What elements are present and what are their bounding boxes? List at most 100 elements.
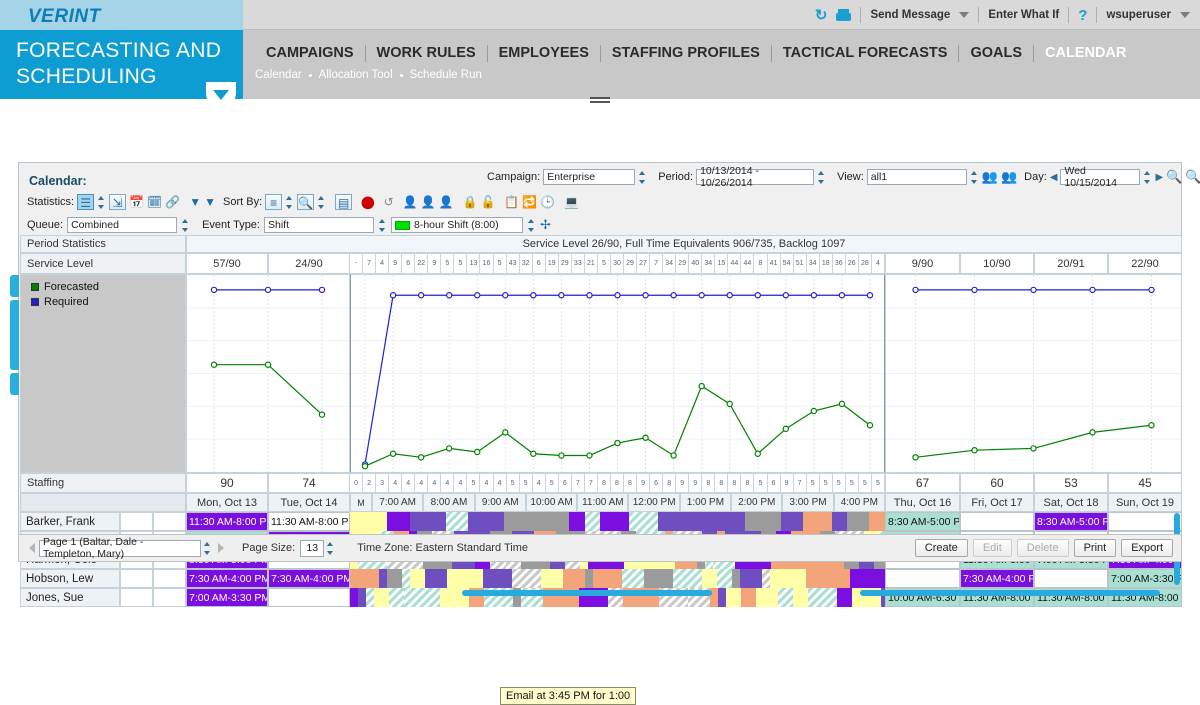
activity-block[interactable] (379, 569, 387, 588)
nav-item-work-rules[interactable]: WORK RULES (366, 45, 487, 61)
sort-icon[interactable]: ≡ (265, 194, 282, 210)
activity-block[interactable] (366, 588, 374, 607)
activity-block[interactable] (600, 512, 629, 531)
side-tab-3[interactable] (10, 373, 19, 395)
activity-block[interactable] (702, 569, 717, 588)
zoom-in-icon[interactable]: 🔍 (1166, 169, 1182, 185)
activity-block[interactable] (585, 569, 593, 588)
search-spinner[interactable] (317, 195, 326, 210)
side-tab-2[interactable] (10, 300, 19, 370)
add-activity-icon[interactable]: ✢ (540, 217, 551, 233)
day-field[interactable]: Wed 10/15/2014 (1060, 169, 1140, 185)
brand-expander[interactable] (206, 86, 236, 108)
send-message-button[interactable]: Send Message (870, 9, 950, 21)
schedule-stats-icon[interactable]: 🗓 (147, 194, 162, 210)
employee-name[interactable]: Jones, Sue (20, 588, 120, 607)
chevron-down-icon[interactable] (959, 12, 969, 18)
activity-block[interactable] (718, 588, 726, 607)
activity-block[interactable] (869, 512, 885, 531)
statistics-grid-icon[interactable]: ☰ (77, 194, 94, 210)
nav-item-tactical-forecasts[interactable]: TACTICAL FORECASTS (772, 45, 959, 61)
activity-block[interactable] (723, 512, 745, 531)
activity-block[interactable] (781, 512, 803, 531)
create-button[interactable]: Create (915, 539, 968, 557)
nav-item-employees[interactable]: EMPLOYEES (488, 45, 600, 61)
campaign-select[interactable]: Enterprise (543, 169, 635, 185)
day-header-oct18[interactable]: Sat, Oct 18 (1034, 493, 1108, 512)
activity-block[interactable] (808, 588, 837, 607)
activity-block[interactable] (793, 588, 808, 607)
activity-block[interactable] (644, 569, 673, 588)
device-icon[interactable]: 💻 (564, 194, 579, 210)
shift-block[interactable]: 8:30 AM-5:00 PM (1034, 512, 1108, 531)
day-header-oct16[interactable]: Thu, Oct 16 (885, 493, 960, 512)
activity-block[interactable] (389, 588, 404, 607)
agent-remove-icon[interactable]: 👤 (421, 194, 436, 210)
activity-block[interactable] (585, 512, 600, 531)
filter-icon[interactable]: ▼ (189, 194, 201, 210)
day-header-oct14[interactable]: Tue, Oct 14 (268, 493, 350, 512)
shift-block[interactable]: 7:00 AM-3:30 PM (1108, 569, 1182, 588)
unlock-icon[interactable]: 🔓 (480, 194, 495, 210)
activity-block[interactable] (577, 512, 585, 531)
activity-block[interactable] (832, 512, 847, 531)
activity-block[interactable] (847, 512, 869, 531)
sub-nav-schedule-run[interactable]: Schedule Run (410, 69, 482, 81)
grid-view-icon[interactable]: ▤ (335, 194, 352, 210)
activity-block[interactable] (770, 569, 806, 588)
print-icon[interactable] (836, 9, 851, 21)
activity-block[interactable] (504, 512, 540, 531)
activity-block[interactable] (446, 512, 468, 531)
activity-block[interactable] (694, 512, 723, 531)
activity-block[interactable] (732, 569, 740, 588)
activity-block[interactable] (658, 512, 694, 531)
shift-select[interactable]: 8-hour Shift (8:00) (391, 217, 523, 233)
day-header-oct17[interactable]: Fri, Oct 17 (960, 493, 1034, 512)
queue-spinner[interactable] (181, 218, 190, 233)
activity-block[interactable] (837, 588, 852, 607)
activity-block[interactable] (745, 512, 781, 531)
search-map-icon[interactable]: 🔍 (297, 194, 314, 210)
day-header-oct13[interactable]: Mon, Oct 13 (186, 493, 268, 512)
shift-block[interactable]: 7:30 AM-4:00 PM (186, 569, 268, 588)
shift-block[interactable]: 8:30 AM-5:00 PM (885, 512, 960, 531)
activity-block[interactable] (593, 569, 622, 588)
day-spinner[interactable] (1143, 170, 1152, 185)
activity-block[interactable] (387, 569, 402, 588)
activity-block[interactable] (540, 512, 569, 531)
agent-unassign-icon[interactable]: 👥 (982, 169, 998, 185)
side-tab-1[interactable] (10, 275, 19, 297)
nav-item-staffing-profiles[interactable]: STAFFING PROFILES (601, 45, 771, 61)
sort-spinner[interactable] (285, 195, 294, 210)
copy-up-icon[interactable]: 📋 (504, 194, 519, 210)
event-type-spinner[interactable] (378, 218, 387, 233)
day-header-oct19[interactable]: Sun, Oct 19 (1108, 493, 1182, 512)
swap-icon[interactable]: 🔁 (522, 194, 537, 210)
activity-block[interactable] (756, 588, 778, 607)
page-spinner[interactable] (203, 541, 212, 556)
activity-block[interactable] (512, 569, 541, 588)
activity-block[interactable] (806, 569, 842, 588)
activity-block[interactable] (358, 588, 366, 607)
calendar-stats-icon[interactable]: 📅 (129, 194, 144, 210)
people-filter-icon[interactable]: ▼ (204, 194, 216, 210)
view-spinner[interactable] (970, 170, 979, 185)
alert-icon[interactable]: ⬤ (361, 195, 374, 209)
shift-block[interactable]: 7:30 AM-4:00 PM (960, 569, 1034, 588)
shift-block[interactable] (885, 569, 960, 588)
activity-block[interactable] (569, 512, 577, 531)
activity-block[interactable] (622, 569, 644, 588)
undo-icon[interactable]: ↺ (384, 194, 394, 210)
activity-block[interactable] (447, 569, 483, 588)
table-row[interactable]: Barker, Frank11:30 AM-8:00 PM11:30 AM-8:… (20, 512, 1182, 531)
print-button[interactable]: Print (1074, 539, 1117, 557)
shift-block[interactable]: 7:00 AM-3:30 PM (186, 588, 268, 607)
shift-block[interactable]: 11:30 AM-8:00 PM (186, 512, 268, 531)
period-spinner[interactable] (817, 170, 826, 185)
activity-block[interactable] (673, 569, 702, 588)
activity-block[interactable] (778, 588, 793, 607)
shift-block[interactable] (960, 512, 1034, 531)
view-select[interactable]: all1 (867, 169, 967, 185)
activity-block[interactable] (425, 569, 447, 588)
horizontal-scrollbar[interactable] (462, 590, 712, 596)
